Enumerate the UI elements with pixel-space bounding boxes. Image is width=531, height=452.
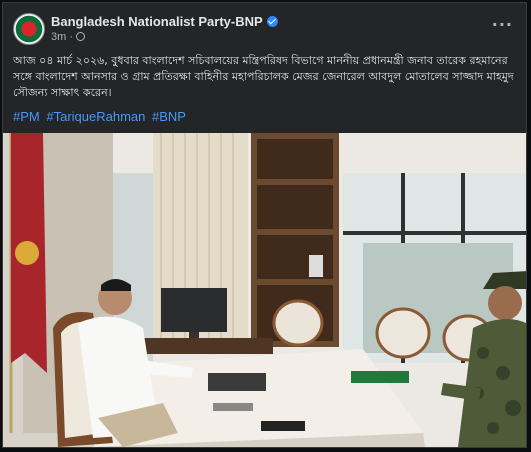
facebook-post-card: Bangladesh Nationalist Party-BNP 3m · ··…	[2, 2, 527, 448]
page-avatar[interactable]	[13, 13, 45, 45]
post-text: আজ ০৪ মার্চ ২০২৬, বুধবার বাংলাদেশ সচিবাল…	[13, 54, 514, 99]
meeting-photo	[3, 133, 526, 447]
globe-icon	[76, 32, 86, 41]
post-photo[interactable]	[3, 133, 526, 447]
hashtag-bnp[interactable]: #BNP	[152, 109, 186, 124]
hashtag-list: #PM #TariqueRahman #BNP	[13, 109, 189, 124]
hashtag-tariquerahman[interactable]: #TariqueRahman	[46, 109, 145, 124]
page-name-link[interactable]: Bangladesh Nationalist Party-BNP	[51, 14, 278, 29]
page-name[interactable]: Bangladesh Nationalist Party-BNP	[51, 14, 263, 29]
verified-badge-icon	[266, 16, 278, 27]
post-header: Bangladesh Nationalist Party-BNP 3m · ··…	[11, 11, 519, 47]
post-timestamp[interactable]: 3m	[51, 31, 66, 43]
post-meta: 3m ·	[51, 31, 86, 43]
more-options-button[interactable]: ···	[492, 15, 513, 34]
hashtag-pm[interactable]: #PM	[13, 109, 40, 124]
